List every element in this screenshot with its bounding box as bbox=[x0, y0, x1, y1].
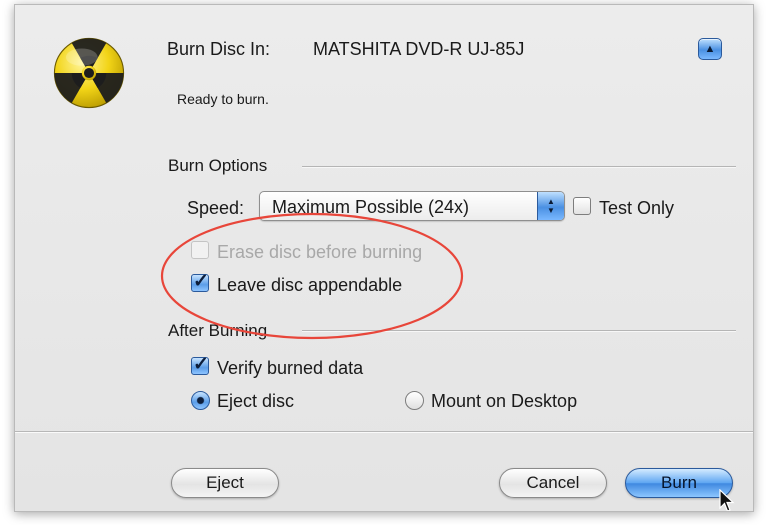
after-burning-title: After Burning bbox=[168, 321, 268, 340]
collapse-button[interactable]: ▲ bbox=[698, 38, 722, 60]
burn-disc-in-label: Burn Disc In: bbox=[167, 39, 271, 59]
burn-button[interactable]: Burn bbox=[625, 468, 733, 498]
device-name: MATSHITA DVD-R UJ-85J bbox=[313, 39, 525, 59]
chevron-up-icon: ▲ bbox=[547, 197, 555, 206]
burn-disc-dialog: Burn Disc In: MATSHITA DVD-R UJ-85J Read… bbox=[14, 4, 754, 512]
chevron-down-icon: ▼ bbox=[547, 206, 555, 215]
test-only-label: Test Only bbox=[599, 198, 675, 218]
checkmark-icon: ✓ bbox=[193, 271, 209, 292]
verify-data-checkbox[interactable]: ✓ bbox=[191, 354, 209, 375]
mount-desktop-radio[interactable] bbox=[405, 391, 424, 410]
cancel-button[interactable]: Cancel bbox=[499, 468, 607, 498]
leave-appendable-checkbox[interactable]: ✓ bbox=[191, 271, 209, 292]
test-only-checkbox[interactable] bbox=[573, 197, 591, 215]
checkmark-icon: ✓ bbox=[193, 354, 209, 375]
status-text: Ready to burn. bbox=[177, 91, 269, 107]
speed-select[interactable]: Maximum Possible (24x) ▲ ▼ bbox=[259, 191, 565, 221]
eject-disc-radio[interactable] bbox=[191, 391, 210, 410]
mount-desktop-label: Mount on Desktop bbox=[431, 391, 578, 411]
leave-appendable-label: Leave disc appendable bbox=[217, 275, 403, 295]
eject-button[interactable]: Eject bbox=[171, 468, 279, 498]
pointer-cursor-icon bbox=[719, 489, 735, 511]
eject-disc-label: Eject disc bbox=[217, 391, 295, 411]
erase-disc-label: Erase disc before burning bbox=[217, 242, 423, 262]
footer-divider bbox=[15, 431, 753, 433]
triangle-up-icon: ▲ bbox=[704, 43, 716, 55]
after-burning-separator bbox=[302, 330, 736, 332]
radioactive-icon bbox=[53, 37, 125, 109]
burn-options-separator bbox=[302, 166, 736, 168]
select-stepper: ▲ ▼ bbox=[537, 192, 564, 220]
verify-data-label: Verify burned data bbox=[217, 358, 364, 378]
burn-options-title: Burn Options bbox=[168, 156, 268, 175]
erase-disc-checkbox[interactable] bbox=[191, 241, 209, 259]
speed-label: Speed: bbox=[187, 198, 245, 218]
speed-select-value: Maximum Possible (24x) bbox=[272, 197, 470, 217]
